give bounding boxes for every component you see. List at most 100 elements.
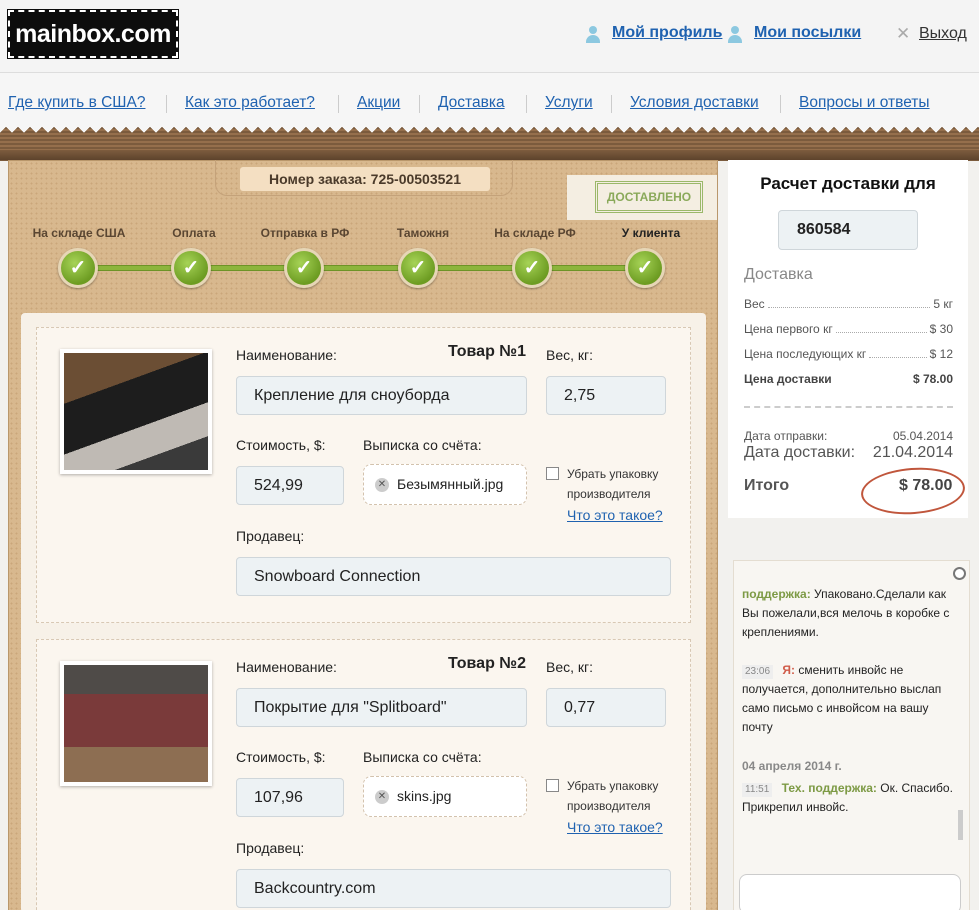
weight-field[interactable]: 0,77 bbox=[546, 688, 666, 727]
invoice-label: Выписка со счёта: bbox=[363, 749, 482, 765]
calc-row-value: $ 30 bbox=[929, 322, 953, 336]
check-icon: ✓ bbox=[398, 248, 438, 288]
calc-row: Вес 5 кг bbox=[744, 297, 953, 311]
sender-name: Я: bbox=[782, 663, 795, 677]
user-icon bbox=[584, 26, 602, 44]
calc-row: Цена последующих кг $ 12 bbox=[744, 347, 953, 361]
nav-how-it-works[interactable]: Как это работает? bbox=[185, 94, 315, 112]
delivery-date-label: Дата доставки: bbox=[744, 444, 856, 461]
calc-divider bbox=[744, 406, 953, 408]
chat-toggle-icon[interactable] bbox=[953, 567, 966, 580]
remove-file-icon[interactable]: ✕ bbox=[375, 478, 389, 492]
ship-date-label: Дата отправки: bbox=[744, 429, 828, 443]
nav-divider bbox=[611, 95, 612, 113]
calc-price-row: Цена доставки $ 78.00 bbox=[744, 372, 953, 386]
invoice-filename: skins.jpg bbox=[397, 788, 452, 804]
remove-file-icon[interactable]: ✕ bbox=[375, 790, 389, 804]
total-value: $ 78.00 bbox=[899, 477, 953, 494]
ship-date-row: Дата отправки: 05.04.2014 bbox=[744, 429, 953, 443]
message-time: 23:06 bbox=[742, 665, 774, 679]
check-icon: ✓ bbox=[625, 248, 665, 288]
check-icon: ✓ bbox=[284, 248, 324, 288]
chat-message: 11:51 Тех. поддержка: Ок. Спасибо. Прикр… bbox=[742, 779, 960, 817]
message-time: 11:51 bbox=[742, 783, 773, 797]
step-label: Отправка в РФ bbox=[260, 226, 350, 240]
step-label: У клиента bbox=[621, 226, 681, 240]
calc-row-label: Цена первого кг bbox=[744, 322, 833, 336]
logout-link[interactable]: Выход bbox=[919, 25, 967, 43]
cost-label: Стоимость, $: bbox=[236, 749, 326, 765]
price-label: Цена доставки bbox=[744, 372, 832, 386]
item-photo[interactable] bbox=[60, 661, 212, 786]
sender-name: поддержка: bbox=[742, 587, 811, 601]
progress-track bbox=[78, 265, 646, 271]
invoice-filename: Безымянный.jpg bbox=[397, 476, 504, 492]
item-title: Товар №1 bbox=[448, 343, 527, 360]
step-label: Таможня bbox=[396, 226, 450, 240]
chat-input[interactable] bbox=[739, 874, 961, 910]
nav-divider bbox=[780, 95, 781, 113]
calc-row-label: Цена последующих кг bbox=[744, 347, 867, 361]
order-number: Номер заказа: 725-00503521 bbox=[240, 167, 490, 191]
step-label: На складе РФ bbox=[494, 226, 576, 240]
seller-label: Продавец: bbox=[236, 840, 305, 856]
invoice-label: Выписка со счёта: bbox=[363, 437, 482, 453]
site-header: mainbox.com Мой профиль Мои посылки ✕ Вы… bbox=[0, 0, 979, 72]
sender-name: Тех. поддержка: bbox=[781, 781, 877, 795]
nav-promotions[interactable]: Акции bbox=[357, 94, 400, 112]
nav-where-to-buy[interactable]: Где купить в США? bbox=[8, 94, 145, 112]
seller-field[interactable]: Backcountry.com bbox=[236, 869, 671, 908]
nav-divider bbox=[526, 95, 527, 113]
seller-field[interactable]: Snowboard Connection bbox=[236, 557, 671, 596]
what-is-it-link[interactable]: Что это такое? bbox=[567, 507, 663, 523]
nav-divider bbox=[166, 95, 167, 113]
main-nav: Где купить в США? Как это работает? Акци… bbox=[0, 72, 979, 130]
chat-date: 04 апреля 2014 г. bbox=[742, 759, 842, 773]
close-icon: ✕ bbox=[896, 24, 911, 43]
site-logo[interactable]: mainbox.com bbox=[7, 9, 179, 59]
what-is-it-link[interactable]: Что это такое? bbox=[567, 819, 663, 835]
check-icon: ✓ bbox=[58, 248, 98, 288]
calc-row-value: 5 кг bbox=[933, 297, 953, 311]
nav-delivery[interactable]: Доставка bbox=[438, 94, 505, 112]
item-photo[interactable] bbox=[60, 349, 212, 474]
remove-packaging-label: Убрать упаковку производителя bbox=[567, 467, 659, 501]
calc-section-title: Доставка bbox=[744, 266, 813, 283]
chat-message: 23:06 Я: сменить инвойс не получается, д… bbox=[742, 661, 960, 737]
nav-faq[interactable]: Вопросы и ответы bbox=[799, 94, 930, 112]
my-profile-link[interactable]: Мой профиль bbox=[612, 24, 722, 42]
step-label: На складе США bbox=[32, 226, 126, 240]
weight-field[interactable]: 2,75 bbox=[546, 376, 666, 415]
calc-scalloped-edge bbox=[728, 512, 968, 520]
total-label: Итого bbox=[744, 477, 790, 494]
nav-delivery-terms[interactable]: Условия доставки bbox=[630, 94, 759, 112]
item-name-field[interactable]: Покрытие для "Splitboard" bbox=[236, 688, 527, 727]
item-name-field[interactable]: Крепление для сноуборда bbox=[236, 376, 527, 415]
remove-packaging-label: Убрать упаковку производителя bbox=[567, 779, 659, 813]
check-icon: ✓ bbox=[171, 248, 211, 288]
nav-divider bbox=[419, 95, 420, 113]
calc-row: Цена первого кг $ 30 bbox=[744, 322, 953, 336]
chat-scrollbar[interactable] bbox=[958, 810, 963, 840]
delivery-date-value: 21.04.2014 bbox=[872, 444, 953, 461]
price-value: $ 78.00 bbox=[912, 372, 953, 386]
ship-date-value: 05.04.2014 bbox=[892, 429, 953, 443]
zip-field[interactable]: 860584 bbox=[778, 210, 918, 250]
item-title: Товар №2 bbox=[448, 655, 527, 672]
my-parcels-link[interactable]: Мои посылки bbox=[754, 24, 861, 42]
calc-row-label: Вес bbox=[744, 297, 765, 311]
remove-packaging-checkbox[interactable] bbox=[546, 779, 559, 792]
nav-services[interactable]: Услуги bbox=[545, 94, 593, 112]
cost-field[interactable]: 524,99 bbox=[236, 466, 344, 505]
delivered-stamp: ДОСТАВЛЕНО bbox=[595, 181, 703, 213]
weight-label: Вес, кг: bbox=[546, 347, 594, 363]
remove-packaging-checkbox[interactable] bbox=[546, 467, 559, 480]
decorative-border-shadow bbox=[0, 150, 979, 160]
nav-divider bbox=[338, 95, 339, 113]
name-label: Наименование: bbox=[236, 347, 337, 363]
check-icon: ✓ bbox=[512, 248, 552, 288]
delivery-date-row: Дата доставки: 21.04.2014 bbox=[744, 444, 953, 462]
cost-label: Стоимость, $: bbox=[236, 437, 326, 453]
cost-field[interactable]: 107,96 bbox=[236, 778, 344, 817]
invoice-file: ✕ skins.jpg bbox=[363, 776, 527, 817]
